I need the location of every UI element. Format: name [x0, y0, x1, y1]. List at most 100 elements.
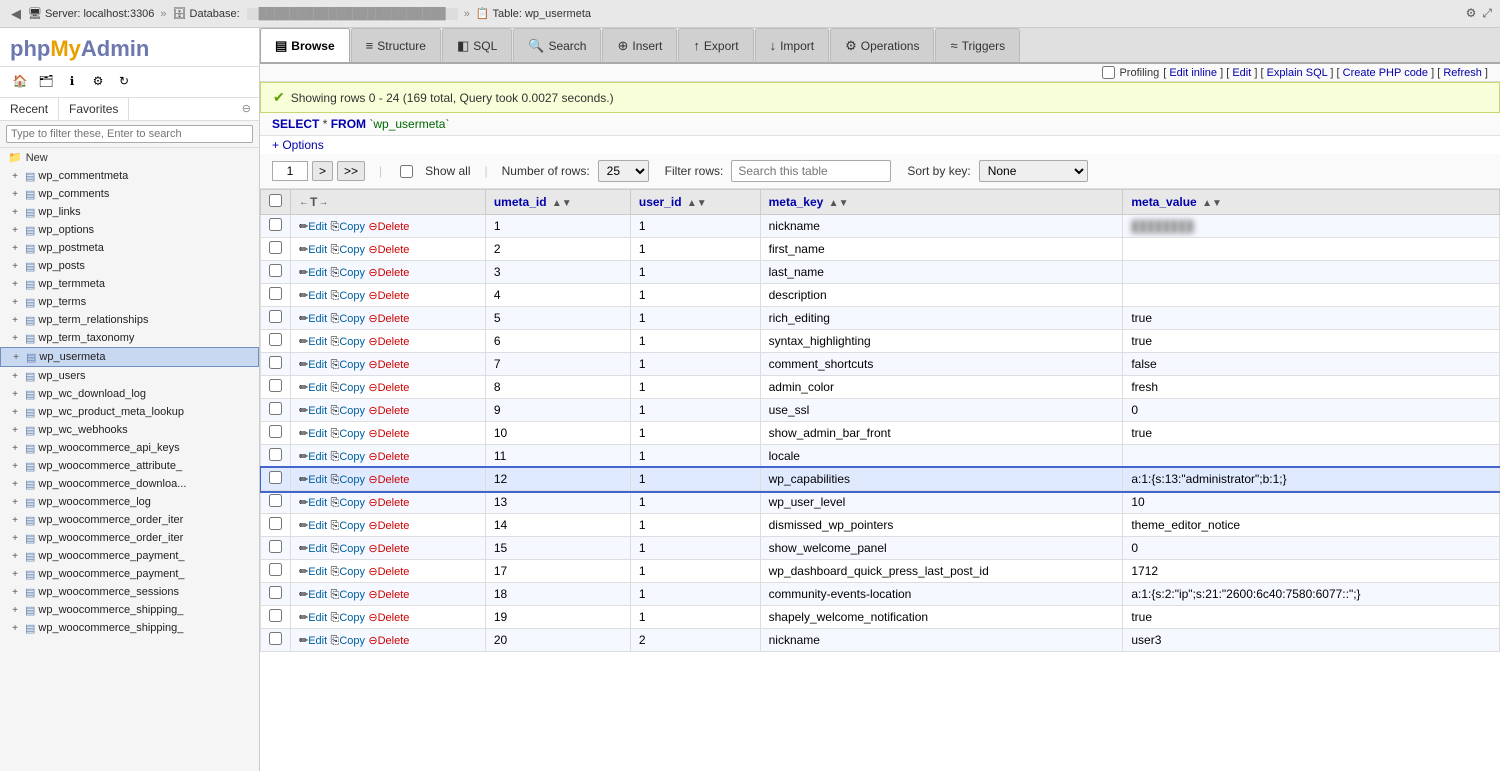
- row-checkbox[interactable]: [269, 471, 282, 484]
- tab-structure[interactable]: ≡Structure: [351, 28, 441, 62]
- sidebar-item-wp_woocommerce_log[interactable]: +▤wp_woocommerce_log: [0, 493, 259, 511]
- edit-button[interactable]: Edit: [308, 520, 327, 532]
- expand-icon[interactable]: +: [8, 549, 22, 563]
- copy-button[interactable]: Copy: [339, 612, 365, 624]
- delete-button[interactable]: Delete: [378, 221, 410, 233]
- settings-icon[interactable]: ⚙: [88, 71, 108, 91]
- expand-icon[interactable]: +: [8, 187, 22, 201]
- sidebar-item-wp_terms[interactable]: +▤wp_terms: [0, 293, 259, 311]
- last-page-btn[interactable]: >>: [337, 161, 365, 181]
- delete-button[interactable]: Delete: [378, 474, 410, 486]
- rows-count-select[interactable]: 25 50 100: [598, 160, 649, 182]
- edit-button[interactable]: Edit: [308, 589, 327, 601]
- next-page-btn[interactable]: >: [312, 161, 333, 181]
- tab-sql[interactable]: ◧SQL: [442, 28, 512, 62]
- row-checkbox[interactable]: [269, 586, 282, 599]
- sidebar-item-wp_woocommerce_shipping_[interactable]: +▤wp_woocommerce_shipping_: [0, 619, 259, 637]
- delete-button[interactable]: Delete: [378, 382, 410, 394]
- copy-button[interactable]: Copy: [339, 474, 365, 486]
- sidebar-item-wp_woocommerce_downloa...[interactable]: +▤wp_woocommerce_downloa...: [0, 475, 259, 493]
- edit-button[interactable]: Edit: [308, 474, 327, 486]
- sidebar-item-wp_wc_product_meta_lookup[interactable]: +▤wp_wc_product_meta_lookup: [0, 403, 259, 421]
- expand-icon[interactable]: +: [8, 441, 22, 455]
- profiling-link-edit-inline[interactable]: Edit inline: [1169, 67, 1217, 79]
- tab-import[interactable]: ↓Import: [755, 28, 830, 62]
- row-checkbox[interactable]: [269, 494, 282, 507]
- delete-button[interactable]: Delete: [378, 520, 410, 532]
- edit-button[interactable]: Edit: [308, 267, 327, 279]
- sidebar-item-wp_woocommerce_attribute_[interactable]: +▤wp_woocommerce_attribute_: [0, 457, 259, 475]
- edit-button[interactable]: Edit: [308, 612, 327, 624]
- sidebar-item-wp_wc_download_log[interactable]: +▤wp_wc_download_log: [0, 385, 259, 403]
- home-icon[interactable]: 🏠: [10, 71, 30, 91]
- th-user-id[interactable]: user_id ▲▼: [630, 190, 760, 215]
- delete-button[interactable]: Delete: [378, 428, 410, 440]
- edit-button[interactable]: Edit: [308, 221, 327, 233]
- sidebar-item-wp_links[interactable]: +▤wp_links: [0, 203, 259, 221]
- delete-button[interactable]: Delete: [378, 336, 410, 348]
- row-checkbox[interactable]: [269, 333, 282, 346]
- row-checkbox[interactable]: [269, 287, 282, 300]
- sidebar-item-wp_term_relationships[interactable]: +▤wp_term_relationships: [0, 311, 259, 329]
- expand-icon[interactable]: +: [8, 223, 22, 237]
- edit-button[interactable]: Edit: [308, 359, 327, 371]
- th-meta-key[interactable]: meta_key ▲▼: [760, 190, 1123, 215]
- profiling-link-edit[interactable]: Edit: [1232, 67, 1251, 79]
- edit-button[interactable]: Edit: [308, 543, 327, 555]
- expand-icon[interactable]: +: [8, 567, 22, 581]
- copy-button[interactable]: Copy: [339, 405, 365, 417]
- expand-icon[interactable]: +: [8, 369, 22, 383]
- th-umeta-id[interactable]: umeta_id ▲▼: [485, 190, 630, 215]
- delete-button[interactable]: Delete: [378, 313, 410, 325]
- sidebar-item-wp_woocommerce_payment_[interactable]: +▤wp_woocommerce_payment_: [0, 565, 259, 583]
- copy-button[interactable]: Copy: [339, 451, 365, 463]
- row-checkbox[interactable]: [269, 264, 282, 277]
- select-all-checkbox[interactable]: [269, 194, 282, 207]
- copy-button[interactable]: Copy: [339, 589, 365, 601]
- profiling-link-refresh[interactable]: Refresh: [1443, 67, 1482, 79]
- sidebar-item-wp_woocommerce_api_keys[interactable]: +▤wp_woocommerce_api_keys: [0, 439, 259, 457]
- copy-button[interactable]: Copy: [339, 497, 365, 509]
- expand-icon[interactable]: +: [8, 205, 22, 219]
- database-list-icon[interactable]: 🗂: [36, 71, 56, 91]
- col-arrow-right[interactable]: →: [318, 197, 328, 208]
- copy-button[interactable]: Copy: [339, 267, 365, 279]
- delete-button[interactable]: Delete: [378, 566, 410, 578]
- delete-button[interactable]: Delete: [378, 405, 410, 417]
- copy-button[interactable]: Copy: [339, 336, 365, 348]
- delete-button[interactable]: Delete: [378, 635, 410, 647]
- th-meta-value[interactable]: meta_value ▲▼: [1123, 190, 1500, 215]
- delete-button[interactable]: Delete: [378, 244, 410, 256]
- meta-value-sort-icon[interactable]: ▲▼: [1202, 198, 1222, 209]
- expand-icon[interactable]: +: [8, 459, 22, 473]
- sidebar-item-wp_woocommerce_sessions[interactable]: +▤wp_woocommerce_sessions: [0, 583, 259, 601]
- sidebar-item-wp_term_taxonomy[interactable]: +▤wp_term_taxonomy: [0, 329, 259, 347]
- expand-icon[interactable]: +: [8, 513, 22, 527]
- expand-icon[interactable]: +: [8, 277, 22, 291]
- expand-icon[interactable]: +: [8, 387, 22, 401]
- copy-button[interactable]: Copy: [339, 221, 365, 233]
- sidebar-search-input[interactable]: [6, 125, 253, 143]
- row-checkbox[interactable]: [269, 356, 282, 369]
- sidebar-item-wp_usermeta[interactable]: +▤wp_usermeta: [0, 347, 259, 367]
- filter-input[interactable]: [731, 160, 891, 182]
- profiling-link-explain-sql[interactable]: Explain SQL: [1267, 67, 1328, 79]
- copy-button[interactable]: Copy: [339, 520, 365, 532]
- edit-button[interactable]: Edit: [308, 244, 327, 256]
- edit-button[interactable]: Edit: [308, 382, 327, 394]
- user-id-sort-icon[interactable]: ▲▼: [687, 198, 707, 209]
- edit-button[interactable]: Edit: [308, 313, 327, 325]
- umeta-id-sort-icon[interactable]: ▲▼: [552, 198, 572, 209]
- delete-button[interactable]: Delete: [378, 451, 410, 463]
- expand-icon[interactable]: +: [8, 477, 22, 491]
- copy-button[interactable]: Copy: [339, 543, 365, 555]
- row-checkbox[interactable]: [269, 425, 282, 438]
- row-checkbox[interactable]: [269, 632, 282, 645]
- copy-button[interactable]: Copy: [339, 382, 365, 394]
- tab-search[interactable]: 🔍Search: [513, 28, 601, 62]
- copy-button[interactable]: Copy: [339, 244, 365, 256]
- profiling-checkbox[interactable]: [1102, 66, 1115, 79]
- expand-icon[interactable]: +: [8, 585, 22, 599]
- edit-button[interactable]: Edit: [308, 290, 327, 302]
- row-checkbox[interactable]: [269, 241, 282, 254]
